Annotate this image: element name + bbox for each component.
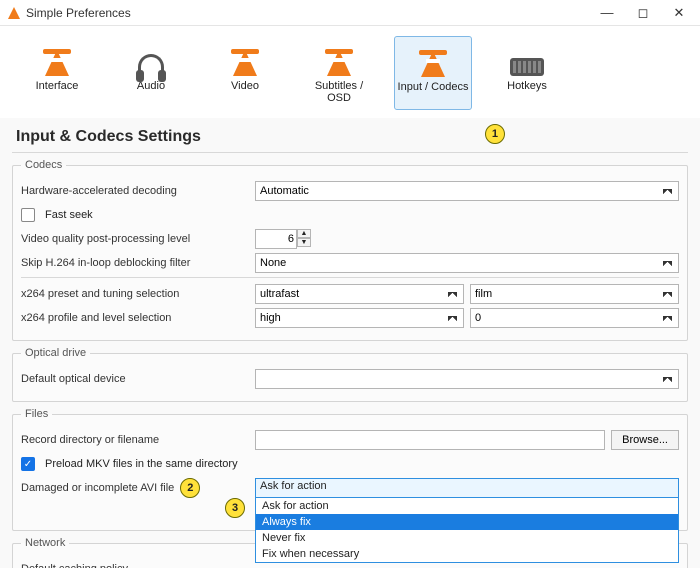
annotation-marker-1: 1 [485, 124, 505, 144]
group-legend: Codecs [21, 159, 66, 171]
subtitles-icon [320, 40, 358, 76]
tab-label: Input / Codecs [398, 81, 469, 93]
video-icon [226, 40, 264, 76]
tab-subtitles[interactable]: Subtitles / OSD [300, 36, 378, 110]
app-cone-icon [8, 7, 20, 19]
tab-input-codecs[interactable]: Input / Codecs [394, 36, 472, 110]
vq-spinner[interactable]: ▲▼ [255, 229, 315, 249]
group-optical: Optical drive Default optical device [12, 347, 688, 402]
group-legend: Optical drive [21, 347, 90, 359]
avi-option[interactable]: Ask for action [256, 498, 678, 514]
x264level-select[interactable]: 0 [470, 308, 679, 328]
window-title: Simple Preferences [26, 6, 594, 20]
optical-default-select[interactable] [255, 369, 679, 389]
avi-option-list: Ask for action Always fix Never fix Fix … [255, 498, 679, 563]
preload-checkbox[interactable]: ✓ [21, 457, 35, 471]
tab-label: Hotkeys [507, 80, 547, 92]
spin-up-icon[interactable]: ▲ [297, 229, 311, 238]
input-codecs-icon [414, 41, 452, 77]
optical-default-label: Default optical device [21, 373, 249, 385]
group-legend: Network [21, 537, 69, 549]
vq-label: Video quality post-processing level [21, 233, 249, 245]
vq-value[interactable] [255, 229, 297, 249]
close-button[interactable]: ✕ [666, 3, 692, 23]
tab-label: Video [231, 80, 259, 92]
browse-button[interactable]: Browse... [611, 430, 679, 450]
avi-option[interactable]: Never fix [256, 530, 678, 546]
hotkeys-icon [508, 40, 546, 76]
hw-decoding-select[interactable]: Automatic [255, 181, 679, 201]
window-controls: — ◻ ✕ [594, 3, 692, 23]
avi-selected[interactable]: Ask for action [255, 478, 679, 498]
cache-label: Default caching policy [21, 563, 249, 568]
page-body: Input & Codecs Settings 1 Codecs Hardwar… [0, 118, 700, 568]
x264preset-select[interactable]: ultrafast [255, 284, 464, 304]
avi-option[interactable]: Fix when necessary [256, 546, 678, 562]
audio-icon [132, 40, 170, 76]
record-label: Record directory or filename [21, 434, 249, 446]
x264tune-select[interactable]: film [470, 284, 679, 304]
minimize-button[interactable]: — [594, 3, 620, 23]
avi-option[interactable]: Always fix [256, 514, 678, 530]
group-codecs: Codecs Hardware-accelerated decoding Aut… [12, 159, 688, 341]
tab-label: Interface [36, 80, 79, 92]
spin-down-icon[interactable]: ▼ [297, 238, 311, 247]
avi-label: Damaged or incomplete AVI file [21, 482, 174, 494]
group-legend: Files [21, 408, 52, 420]
skip-label: Skip H.264 in-loop deblocking filter [21, 257, 249, 269]
tab-hotkeys[interactable]: Hotkeys [488, 36, 566, 110]
titlebar: Simple Preferences — ◻ ✕ [0, 0, 700, 26]
separator [12, 152, 688, 153]
tabstrip: Interface Audio Video Subtitles / OSD In… [0, 26, 700, 118]
preload-label: Preload MKV files in the same directory [45, 458, 238, 470]
interface-icon [38, 40, 76, 76]
maximize-button[interactable]: ◻ [630, 3, 656, 23]
annotation-marker-3: 3 [225, 498, 245, 518]
x264preset-label: x264 preset and tuning selection [21, 288, 249, 300]
tab-video[interactable]: Video [206, 36, 284, 110]
fastseek-label: Fast seek [45, 209, 93, 221]
record-input[interactable] [255, 430, 605, 450]
hw-decoding-label: Hardware-accelerated decoding [21, 185, 249, 197]
annotation-marker-2: 2 [180, 478, 200, 498]
group-files: Files Record directory or filename Brows… [12, 408, 688, 531]
tab-label: Subtitles / OSD [302, 80, 376, 104]
x264profile-select[interactable]: high [255, 308, 464, 328]
separator [21, 277, 679, 278]
skip-select[interactable]: None [255, 253, 679, 273]
avi-dropdown[interactable]: Ask for action Ask for action Always fix… [255, 478, 679, 498]
tab-audio[interactable]: Audio [112, 36, 190, 110]
tab-interface[interactable]: Interface [18, 36, 96, 110]
page-title: Input & Codecs Settings [16, 128, 201, 146]
x264profile-label: x264 profile and level selection [21, 312, 249, 324]
fastseek-checkbox[interactable] [21, 208, 35, 222]
